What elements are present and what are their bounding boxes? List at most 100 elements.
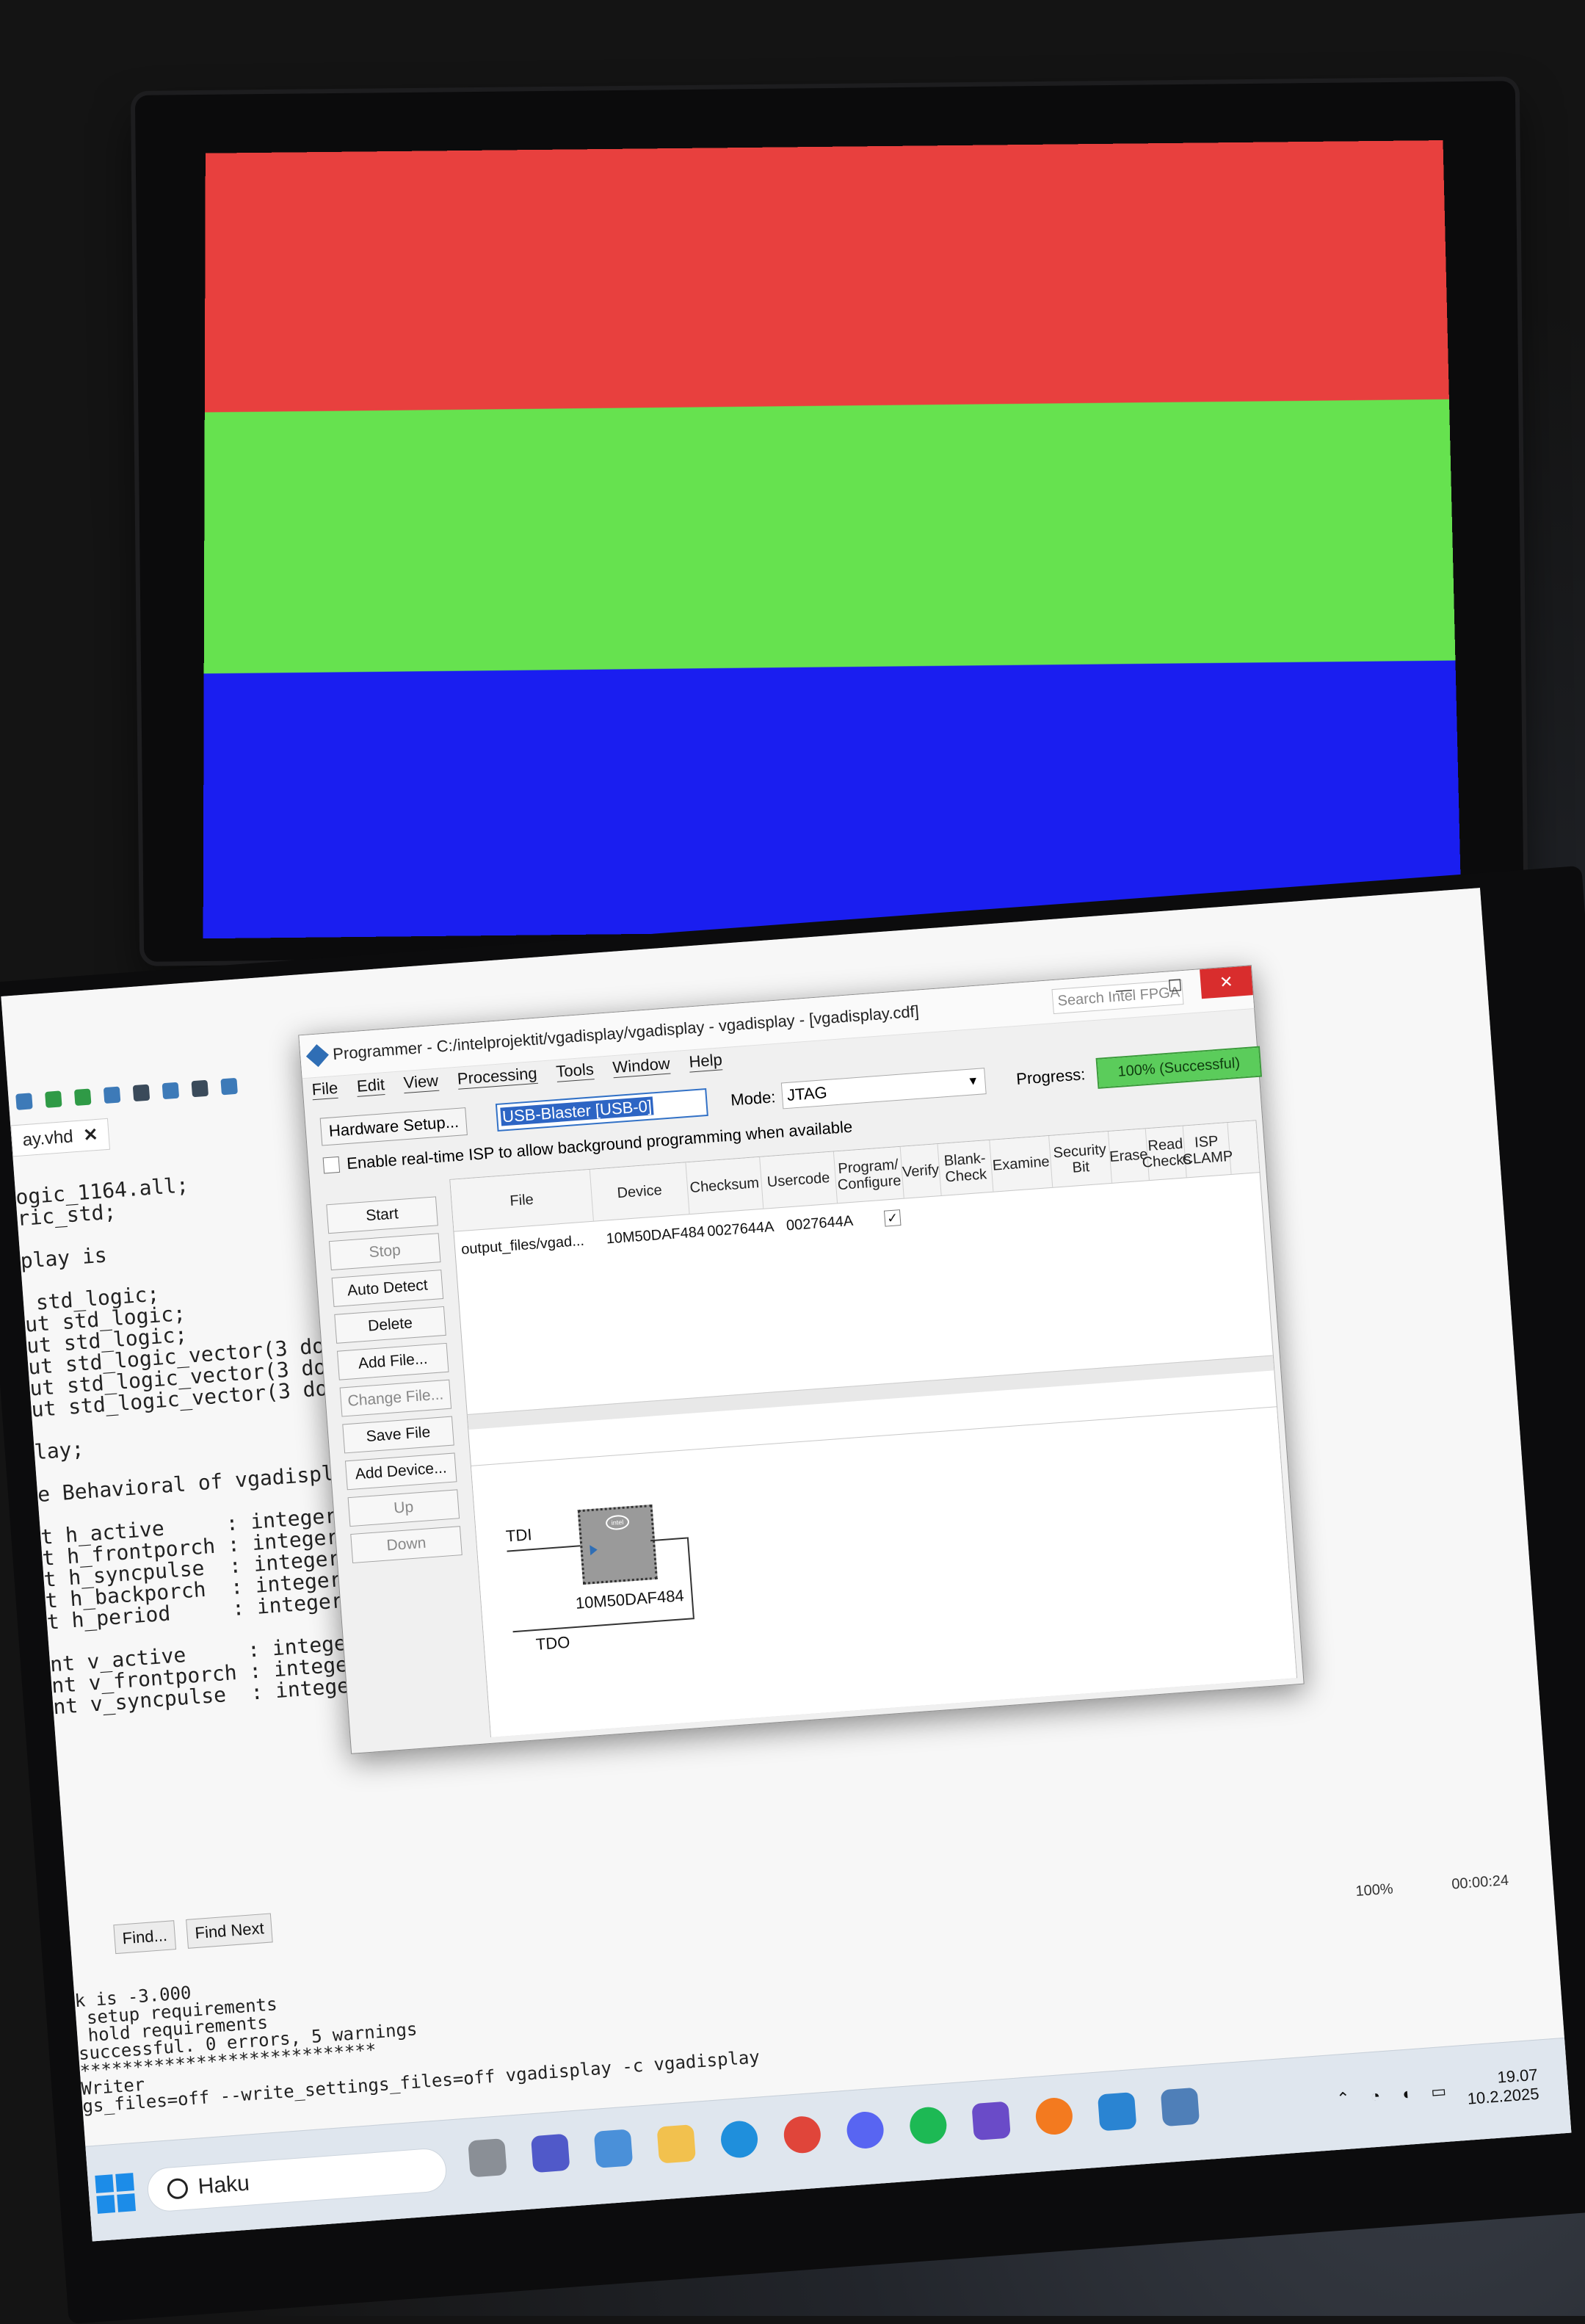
progress-label: Progress: [1015, 1065, 1087, 1089]
maximize-icon[interactable]: ☐ [1148, 969, 1202, 1002]
find-bar: Find... Find Next [113, 1913, 274, 1955]
teams-icon[interactable] [530, 2133, 570, 2173]
program-checkbox[interactable]: ✓ [858, 1201, 926, 1235]
minimize-icon[interactable]: — [1097, 973, 1150, 1006]
tdi-label: TDI [505, 1525, 533, 1546]
chrome-icon[interactable] [783, 2115, 822, 2155]
spotify-icon[interactable] [908, 2105, 949, 2146]
menu-item-help[interactable]: Help [688, 1050, 723, 1073]
laptop-screen: ay.vhd ✕ ogic_1164.all; ric_std; play is st… [1, 888, 1572, 2242]
chevron-up-icon[interactable]: ⌃ [1336, 2089, 1351, 2109]
file-tab-label: ay.vhd [21, 1126, 74, 1151]
intel-logo: intel [605, 1514, 630, 1531]
external-monitor [134, 81, 1525, 962]
analyze-icon[interactable] [73, 1088, 92, 1107]
compile-icon[interactable] [45, 1090, 62, 1108]
start-button[interactable]: Start [326, 1196, 438, 1234]
fpga-chip[interactable]: intel [577, 1504, 658, 1585]
chain-wire-out [650, 1537, 687, 1542]
taskbar-search[interactable]: Haku [145, 2146, 449, 2213]
column-header[interactable]: Program/ Configure [833, 1146, 904, 1203]
close-icon[interactable]: ✕ [83, 1125, 99, 1145]
column-header[interactable]: Usercode [760, 1151, 838, 1209]
edge-icon[interactable] [719, 2119, 759, 2160]
column-header[interactable]: ISP CLAMP [1182, 1123, 1233, 1178]
menu-item-window[interactable]: Window [612, 1054, 671, 1079]
stop-button[interactable]: Stop [328, 1233, 441, 1271]
battery-icon[interactable]: ▭ [1430, 2082, 1447, 2102]
column-header[interactable]: Blank- Check [937, 1140, 994, 1195]
device-label: 10M50DAF484 [575, 1586, 685, 1612]
red-band [204, 140, 1449, 413]
cell-device: 10M50DAF484 [605, 1223, 706, 1247]
tdo-label: TDO [535, 1632, 571, 1654]
pin-planner-icon[interactable] [162, 1082, 180, 1100]
find-next-button[interactable]: Find Next [186, 1913, 274, 1949]
store-icon[interactable] [593, 2129, 634, 2168]
device-table-area: File Device Checksum Usercode Program/ Confi… [449, 1120, 1298, 1737]
firefox-icon[interactable] [1034, 2096, 1074, 2136]
delete-button[interactable]: Delete [334, 1306, 446, 1344]
column-header[interactable]: Security Bit [1049, 1132, 1113, 1187]
timing-icon[interactable] [103, 1086, 121, 1104]
tdo-wire [512, 1618, 695, 1633]
hardware-setup-button[interactable]: Hardware Setup... [319, 1107, 468, 1146]
file-tab[interactable]: ay.vhd ✕ [10, 1118, 111, 1157]
side-buttons: Start Stop Auto Detect Delete Add File... Cha… [326, 1196, 463, 1564]
cell-usercode: 0027644A [786, 1212, 854, 1234]
change-file-button[interactable]: Change File... [339, 1379, 452, 1417]
cell-file: output_files/vgad... [460, 1232, 585, 1258]
down-button[interactable]: Down [350, 1526, 463, 1564]
column-header[interactable]: Examine [990, 1135, 1053, 1192]
wifi-icon[interactable]: ◔ [1370, 2086, 1381, 2106]
hardware-field[interactable]: USB-Blaster [USB-0] [495, 1087, 708, 1132]
add-file-button[interactable]: Add File... [336, 1342, 449, 1380]
tdi-wire [507, 1545, 581, 1552]
obsidian-icon[interactable] [971, 2101, 1011, 2141]
menu-item-view[interactable]: View [402, 1071, 440, 1094]
column-header[interactable]: Read Checks [1142, 1126, 1192, 1181]
chat-icon[interactable] [220, 1077, 238, 1096]
column-header[interactable]: File [450, 1169, 594, 1231]
programmer-icon[interactable] [191, 1079, 209, 1098]
mode-value: JTAG [786, 1082, 828, 1104]
hardware-value: USB-Blaster [USB-0] [500, 1096, 654, 1126]
netlist-icon[interactable] [132, 1084, 150, 1102]
add-device-button[interactable]: Add Device... [344, 1452, 457, 1491]
vscode-icon[interactable] [1097, 2091, 1137, 2132]
programmer-app-icon [305, 1044, 329, 1068]
windows-start-icon[interactable] [95, 2173, 136, 2214]
mode-label: Mode: [730, 1087, 777, 1109]
auto-detect-button[interactable]: Auto Detect [331, 1270, 444, 1307]
programmer-window: Programmer - C:/intelprojektit/vgadispla… [298, 965, 1305, 1754]
menu-item-tools[interactable]: Tools [555, 1060, 595, 1082]
mode-select[interactable]: JTAG ▼ [780, 1068, 987, 1109]
column-header[interactable]: Verify [900, 1144, 942, 1198]
chevron-down-icon: ▼ [966, 1074, 979, 1088]
chain-wire-down [686, 1537, 694, 1618]
laptop: ay.vhd ✕ ogic_1164.all; ric_std; play is st… [0, 865, 1585, 2324]
task-view-icon[interactable] [468, 2137, 507, 2178]
jtag-chain-diagram: TDI intel 10M50DAF484 TDO [471, 1406, 1297, 1737]
menu-item-edit[interactable]: Edit [356, 1075, 385, 1097]
volume-icon[interactable]: ◖ [1400, 2084, 1411, 2104]
discord-icon[interactable] [845, 2110, 885, 2150]
up-button[interactable]: Up [347, 1489, 460, 1527]
file-explorer-icon[interactable] [656, 2124, 697, 2164]
program-check: ✓ [883, 1209, 902, 1227]
cell-checksum: 0027644A [706, 1218, 775, 1239]
isp-checkbox[interactable] [322, 1156, 341, 1174]
find-button[interactable]: Find... [113, 1920, 177, 1955]
menu-item-processing[interactable]: Processing [457, 1063, 538, 1090]
play-icon[interactable] [15, 1093, 33, 1110]
taskbar-search-label: Haku [197, 2171, 250, 2199]
quartus-icon[interactable] [1160, 2087, 1200, 2127]
column-header[interactable]: Device [590, 1162, 690, 1221]
progress-bar: 100% (Successful) [1095, 1046, 1262, 1089]
clock[interactable]: 19.07 10.2.2025 [1465, 2066, 1539, 2109]
green-band [203, 399, 1456, 674]
column-header[interactable]: Checksum [686, 1156, 764, 1215]
close-icon[interactable]: ✕ [1200, 966, 1253, 999]
menu-item-file[interactable]: File [311, 1078, 339, 1101]
save-file-button[interactable]: Save File [342, 1416, 454, 1454]
